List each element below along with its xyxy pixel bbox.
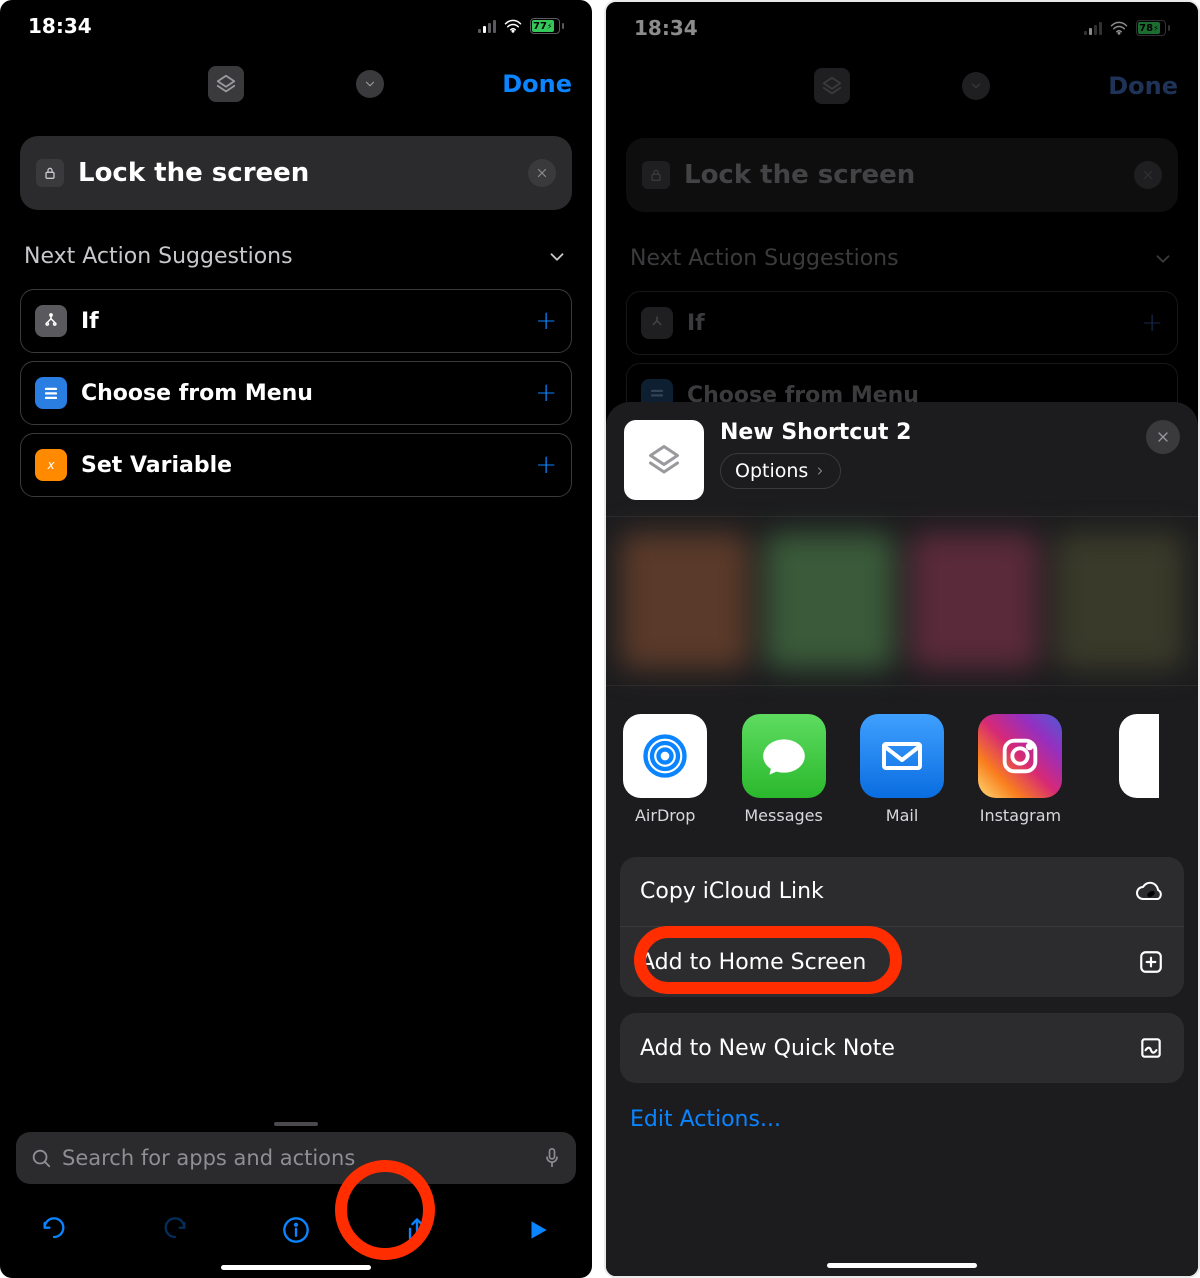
done-button[interactable]: Done: [502, 70, 572, 98]
instagram-icon: [978, 714, 1062, 798]
add-suggestion-icon[interactable]: +: [535, 450, 557, 480]
run-button[interactable]: [518, 1210, 558, 1250]
share-action-label: Copy iCloud Link: [640, 879, 824, 904]
cellular-bars-icon: [478, 19, 496, 33]
shortcut-glyph-icon: [208, 66, 244, 102]
share-action-add-to-home-screen[interactable]: Add to Home Screen: [620, 926, 1184, 997]
battery-indicator: 77⚡: [530, 18, 564, 34]
suggestion-choose-from-menu[interactable]: Choose from Menu +: [20, 361, 572, 425]
home-indicator[interactable]: [221, 1265, 371, 1270]
share-app-label: Instagram: [980, 806, 1061, 825]
shortcut-thumbnail: [624, 420, 704, 500]
share-app-label: Messages: [744, 806, 822, 825]
action-lock-screen[interactable]: Lock the screen: [20, 136, 572, 210]
action-label: Lock the screen: [78, 158, 514, 188]
variable-icon: x: [35, 449, 67, 481]
screen-header: Lock Screen Done: [0, 44, 592, 120]
share-sheet-title: New Shortcut 2: [720, 420, 912, 445]
close-share-button[interactable]: [1146, 420, 1180, 454]
plus-square-icon: [1138, 949, 1164, 975]
status-time: 18:34: [28, 14, 92, 38]
share-actions-list-2: Add to New Quick Note: [620, 1013, 1184, 1083]
share-button[interactable]: [397, 1210, 437, 1250]
info-button[interactable]: [276, 1210, 316, 1250]
suggestion-label: Set Variable: [81, 453, 521, 478]
suggestions-header[interactable]: Next Action Suggestions: [0, 216, 592, 281]
suggestion-label: If: [81, 309, 521, 334]
share-apps-row: AirDrop Messages Mail Instagram: [606, 690, 1198, 833]
cloud-icon: [1134, 880, 1164, 904]
search-icon: [30, 1147, 52, 1169]
branch-icon: [35, 305, 67, 337]
add-suggestion-icon[interactable]: +: [535, 378, 557, 408]
messages-icon: [742, 714, 826, 798]
share-action-label: Add to New Quick Note: [640, 1036, 895, 1061]
share-app-mail[interactable]: Mail: [859, 714, 945, 825]
status-bar: 18:34 77⚡: [0, 0, 592, 44]
list-icon: [35, 377, 67, 409]
home-indicator[interactable]: [827, 1263, 977, 1268]
undo-button[interactable]: [34, 1210, 74, 1250]
suggestion-if[interactable]: If +: [20, 289, 572, 353]
svg-text:x: x: [46, 458, 55, 472]
share-app-label: Mail: [886, 806, 919, 825]
share-app-instagram[interactable]: Instagram: [977, 714, 1063, 825]
share-app-airdrop[interactable]: AirDrop: [622, 714, 708, 825]
dictation-icon[interactable]: [542, 1146, 562, 1170]
shortcut-title: Lock Screen: [252, 75, 349, 94]
share-action-copy-icloud-link[interactable]: Copy iCloud Link: [620, 857, 1184, 926]
share-people-row[interactable]: [606, 521, 1198, 681]
clear-action-button[interactable]: [528, 159, 556, 187]
share-app-label: AirDrop: [635, 806, 695, 825]
share-app-more[interactable]: [1096, 714, 1182, 825]
search-placeholder: Search for apps and actions: [62, 1146, 532, 1170]
airdrop-icon: [623, 714, 707, 798]
add-suggestion-icon[interactable]: +: [535, 306, 557, 336]
suggestion-label: Choose from Menu: [81, 381, 521, 406]
share-sheet: New Shortcut 2 Options AirDrop: [606, 402, 1198, 1276]
edit-actions-link[interactable]: Edit Actions...: [606, 1083, 1198, 1138]
shortcut-title-button[interactable]: Lock Screen: [208, 66, 385, 102]
share-action-add-to-quick-note[interactable]: Add to New Quick Note: [620, 1013, 1184, 1083]
redo-button[interactable]: [155, 1210, 195, 1250]
share-options-button[interactable]: Options: [720, 453, 841, 489]
search-field[interactable]: Search for apps and actions: [16, 1132, 576, 1184]
sheet-grabber[interactable]: [274, 1122, 318, 1126]
suggestion-set-variable[interactable]: x Set Variable +: [20, 433, 572, 497]
share-action-label: Add to Home Screen: [640, 950, 866, 975]
wifi-icon: [504, 19, 522, 33]
chevron-down-icon: [546, 246, 568, 268]
share-actions-list: Copy iCloud Link Add to Home Screen: [620, 857, 1184, 997]
share-app-messages[interactable]: Messages: [740, 714, 826, 825]
mail-icon: [860, 714, 944, 798]
lock-icon: [36, 159, 64, 187]
chevron-down-icon[interactable]: [356, 70, 384, 98]
suggestions-title: Next Action Suggestions: [24, 244, 293, 269]
note-icon: [1138, 1035, 1164, 1061]
